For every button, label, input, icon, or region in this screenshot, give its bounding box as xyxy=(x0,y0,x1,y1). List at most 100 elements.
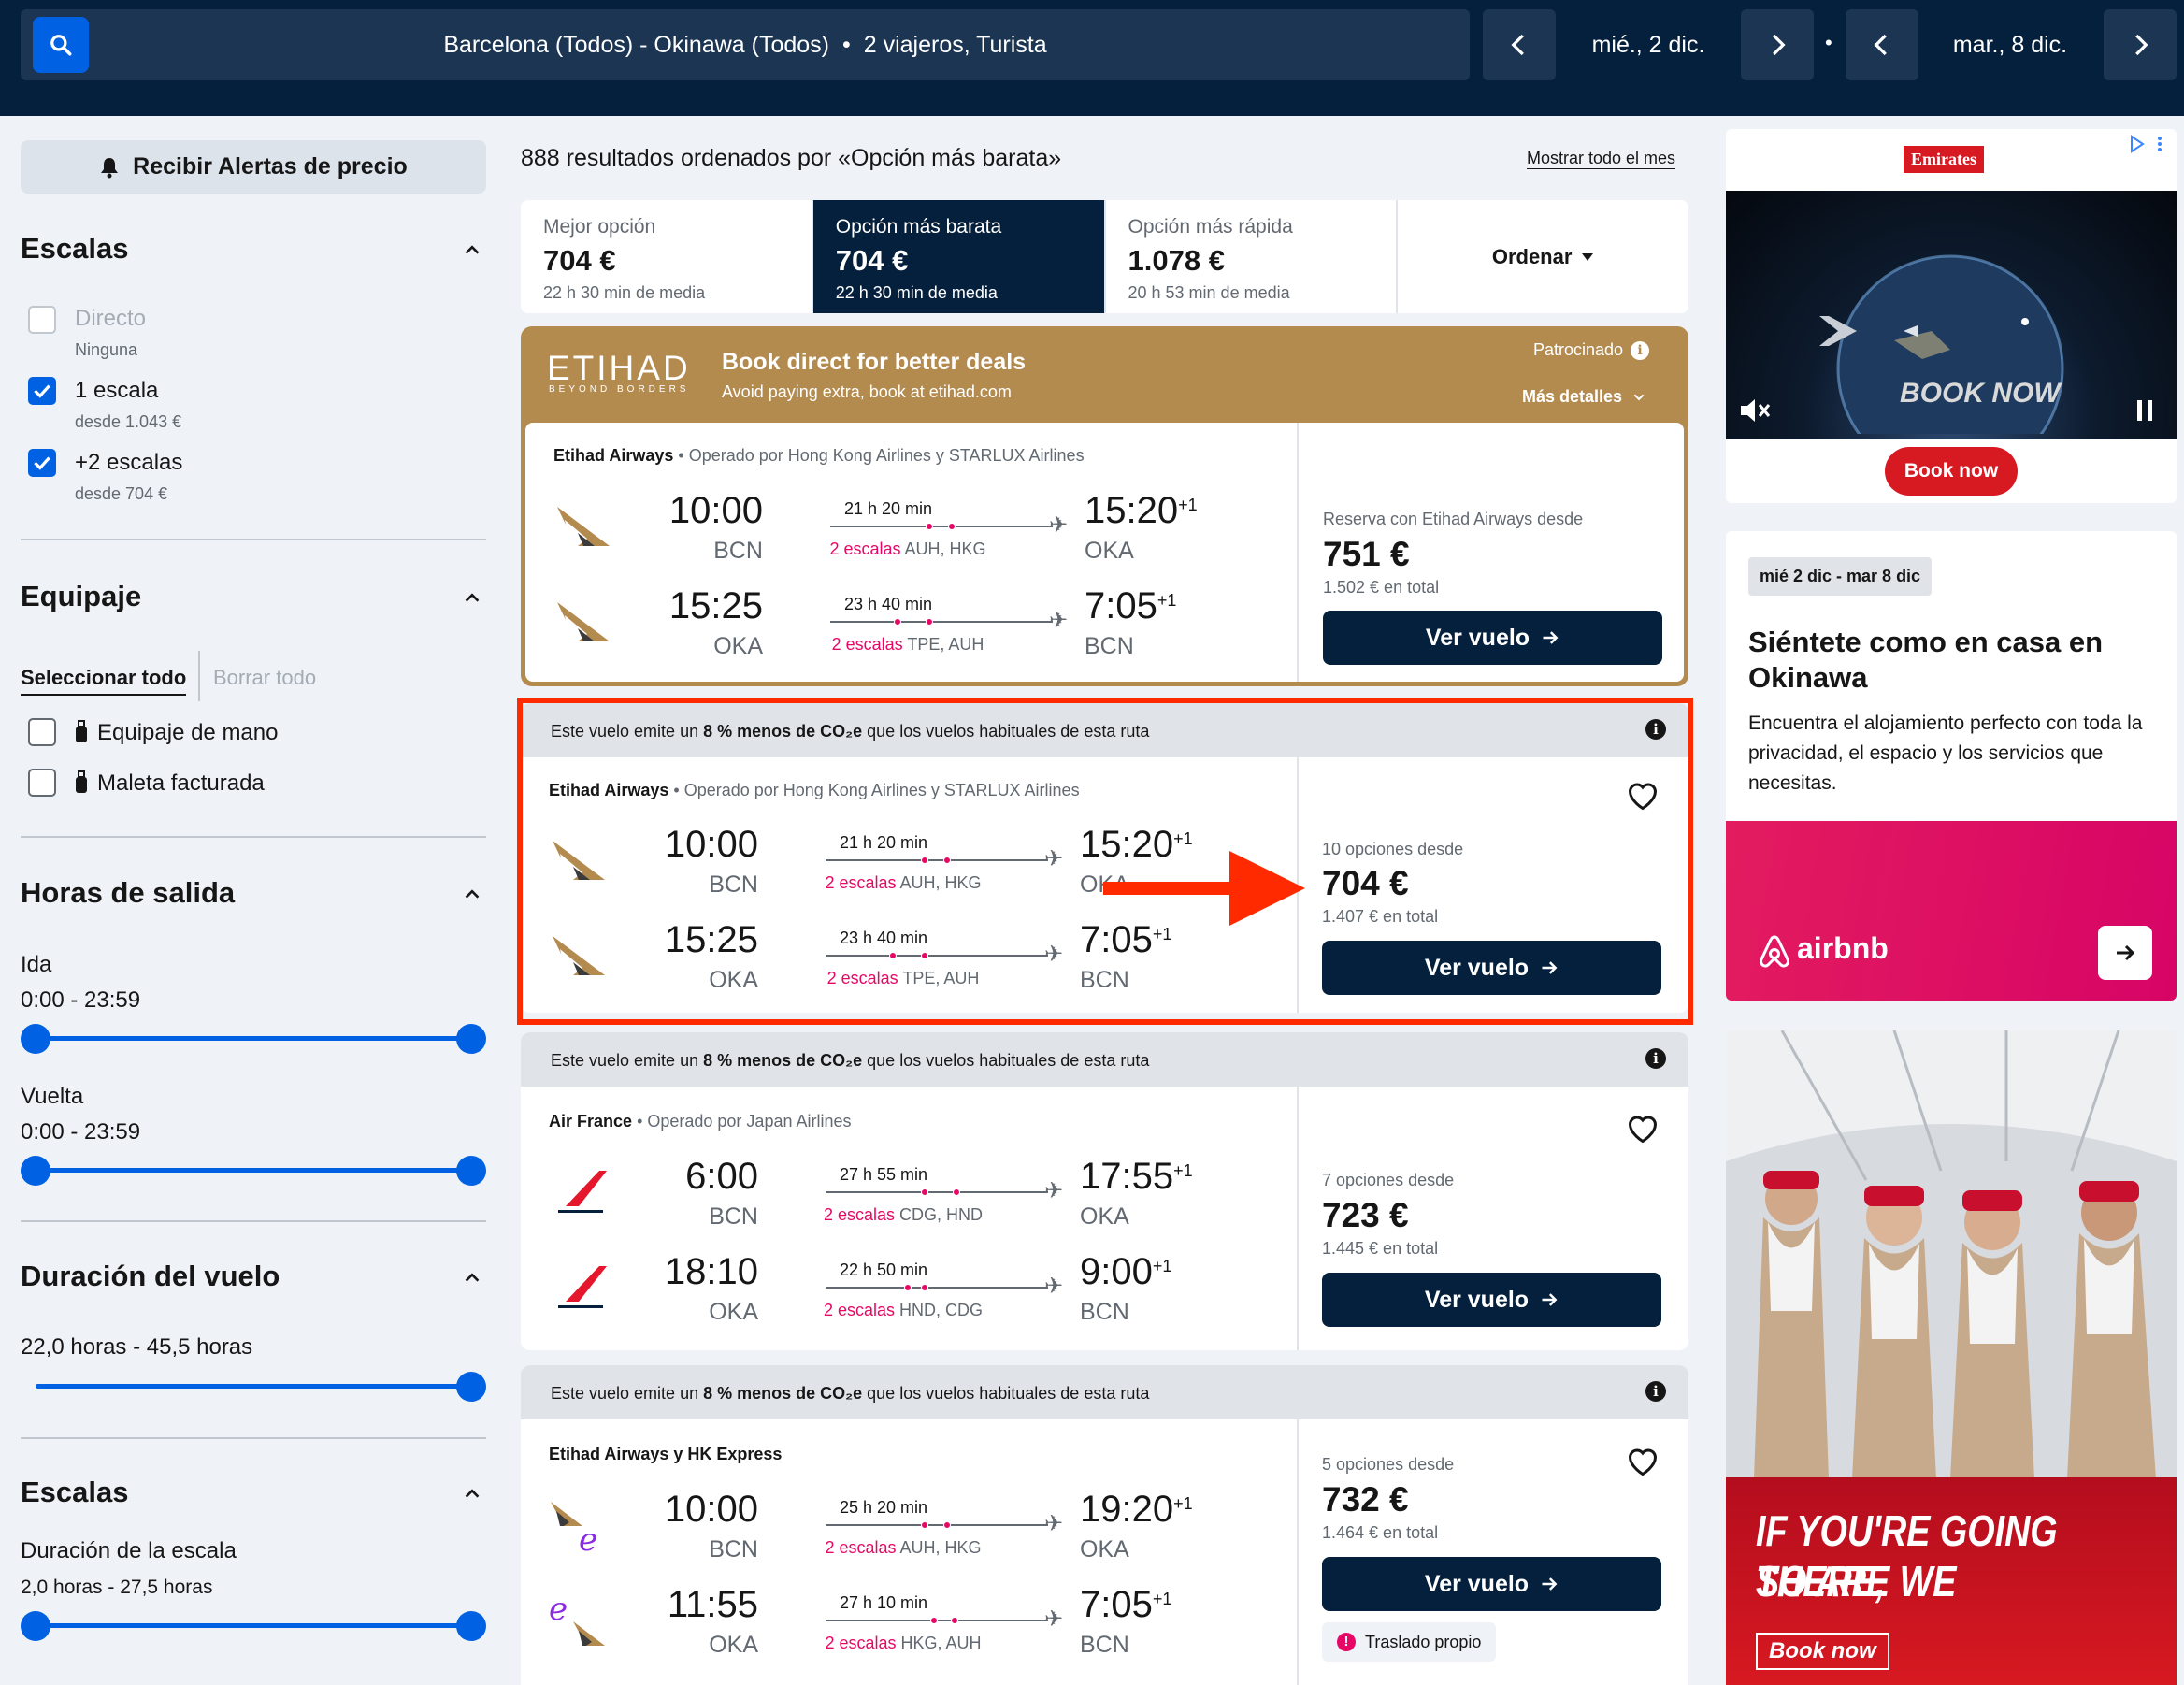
price-from-label: Reserva con Etihad Airways desde xyxy=(1323,510,1584,528)
clear-all-link[interactable]: Borrar todo xyxy=(213,666,316,690)
duration-slider-handle[interactable] xyxy=(456,1372,486,1402)
emirates-video-ad[interactable]: Emirates BOOK NOW Book now xyxy=(1726,129,2177,503)
checkbox-carry-on[interactable] xyxy=(28,718,56,746)
info-icon[interactable]: i xyxy=(1645,1048,1666,1069)
chevron-up-icon[interactable] xyxy=(462,884,482,904)
ad-go-button[interactable] xyxy=(2098,926,2152,980)
checkbox-checked-bag[interactable] xyxy=(28,769,56,797)
ad-video[interactable]: BOOK NOW xyxy=(1726,191,2177,439)
search-summary-box[interactable]: Barcelona (Todos) - Okinawa (Todos) • 2 … xyxy=(21,9,1470,80)
separator-dot: • xyxy=(841,31,851,58)
view-flight-button[interactable]: Ver vuelo xyxy=(1322,1273,1661,1327)
emirates-banner-ad[interactable]: IF YOU'RE GOING THERE, SO ARE WE Book no… xyxy=(1726,1030,2177,1685)
tab-best[interactable]: Mejor opción 704 € 22 h 30 min de media xyxy=(521,200,812,313)
stop-dot xyxy=(943,1521,951,1529)
outbound-slider-max-handle[interactable] xyxy=(456,1024,486,1054)
ad-choices-icon[interactable] xyxy=(2126,135,2167,153)
view-flight-button[interactable]: Ver vuelo xyxy=(1322,941,1661,995)
price-alert-button[interactable]: Recibir Alertas de precio xyxy=(21,140,486,194)
price-total: 1.502 € en total xyxy=(1323,578,1440,597)
select-all-link[interactable]: Seleccionar todo xyxy=(21,666,187,696)
ad-body: Encuentra el alojamiento perfecto con to… xyxy=(1748,713,2143,794)
info-icon[interactable]: i xyxy=(1631,340,1650,360)
self-transfer-text: Traslado propio xyxy=(1365,1632,1482,1651)
departure-airport: BCN xyxy=(713,538,763,564)
checkbox-one-stop[interactable] xyxy=(28,377,56,405)
warning-icon: ! xyxy=(1337,1633,1356,1651)
flight-card[interactable]: Este vuelo emite un 8 % menos de CO₂e qu… xyxy=(521,1365,1688,1685)
sort-dropdown[interactable]: Ordenar xyxy=(1396,200,1688,313)
sponsored-flight-card[interactable]: Etihad Airways • Operado por Hong Kong A… xyxy=(525,423,1684,682)
return-leg: 15:25 OKA 23 h 40 min ✈ 2 escalas TPE, A… xyxy=(521,912,1297,1005)
return-slider-max-handle[interactable] xyxy=(456,1156,486,1186)
return-slider-track[interactable] xyxy=(36,1168,471,1173)
arrival-airport: OKA xyxy=(1080,1536,1129,1563)
chevron-up-icon[interactable] xyxy=(462,1267,482,1288)
arrival-time: 17:55+1 xyxy=(1080,1156,1193,1198)
return-date[interactable]: mar., 8 dic. xyxy=(1918,9,2102,80)
search-button[interactable] xyxy=(33,17,89,73)
tab-cheapest[interactable]: Opción más barata 704 € 22 h 30 min de m… xyxy=(811,200,1104,313)
return-prev-button[interactable] xyxy=(1846,9,1918,80)
chevron-up-icon[interactable] xyxy=(462,239,482,260)
info-icon[interactable]: i xyxy=(1645,719,1666,740)
layover-slider-min-handle[interactable] xyxy=(21,1611,50,1641)
ad-book-now-link[interactable]: Book now xyxy=(1756,1633,1889,1670)
svg-text:e: e xyxy=(549,1593,568,1628)
airline-name: Etihad Airways • Operado por Hong Kong A… xyxy=(553,446,1085,466)
tab-fastest[interactable]: Opción más rápida 1.078 € 20 h 53 min de… xyxy=(1103,200,1397,313)
stops-via: HND, CDG xyxy=(899,1301,984,1319)
stops-filter-title: Escalas xyxy=(21,232,129,265)
airbnb-ad[interactable]: mié 2 dic - mar 8 dic Siéntete como en c… xyxy=(1726,531,2177,1001)
stop-dot xyxy=(948,523,956,530)
heart-icon[interactable] xyxy=(1626,1113,1660,1145)
checkbox-two-plus-stops[interactable] xyxy=(28,449,56,477)
tab-label: Opción más barata xyxy=(835,216,1002,238)
co2-text: Este vuelo emite un xyxy=(551,1384,704,1403)
option-direct-label: Directo xyxy=(75,306,147,331)
view-flight-button[interactable]: Ver vuelo xyxy=(1323,611,1662,665)
more-details-text: Más detalles xyxy=(1522,387,1623,406)
layover-slider-max-handle[interactable] xyxy=(456,1611,486,1641)
heart-icon[interactable] xyxy=(1626,780,1660,812)
chevron-right-icon xyxy=(2135,34,2148,56)
depart-date[interactable]: mié., 2 dic. xyxy=(1556,9,1741,80)
layover-slider-track[interactable] xyxy=(36,1623,471,1628)
price-from-label: 5 opciones desde xyxy=(1322,1455,1455,1474)
info-icon[interactable]: i xyxy=(1645,1381,1666,1402)
return-next-button[interactable] xyxy=(2104,9,2177,80)
next-day-indicator: +1 xyxy=(1173,1494,1193,1513)
operated-by: • Operado por Hong Kong Airlines y STARL… xyxy=(678,446,1085,465)
pause-icon[interactable] xyxy=(2135,398,2154,423)
chevron-up-icon[interactable] xyxy=(462,587,482,608)
flight-card[interactable]: Este vuelo emite un 8 % menos de CO₂e qu… xyxy=(521,1032,1688,1350)
price: 732 € xyxy=(1322,1480,1409,1519)
departure-time: 10:00 xyxy=(664,1489,758,1530)
outbound-slider-track[interactable] xyxy=(36,1036,471,1041)
stops-via: AUH, HKG xyxy=(899,873,982,892)
operated-by: • Operado por Japan Airlines xyxy=(637,1112,852,1131)
route-line xyxy=(826,1188,1048,1196)
return-slider-min-handle[interactable] xyxy=(21,1156,50,1186)
stops-info: 2 escalas CDG, HND xyxy=(807,1205,999,1225)
ad-book-now-button[interactable]: Book now xyxy=(1885,447,2018,496)
show-month-link[interactable]: Mostrar todo el mes xyxy=(1527,149,1676,169)
airbnb-banner[interactable]: airbnb xyxy=(1726,821,2177,1001)
airline-name-text: Air France xyxy=(549,1112,633,1131)
view-flight-button[interactable]: Ver vuelo xyxy=(1322,1557,1661,1611)
arrival-airport: BCN xyxy=(1080,967,1129,993)
duration-slider-track[interactable] xyxy=(36,1384,471,1389)
heart-icon[interactable] xyxy=(1626,1446,1660,1477)
chevron-up-icon[interactable] xyxy=(462,1483,482,1504)
mute-icon[interactable] xyxy=(1739,396,1771,425)
etihad-tail-icon xyxy=(557,602,610,641)
outbound-slider-min-handle[interactable] xyxy=(21,1024,50,1054)
depart-prev-button[interactable] xyxy=(1483,9,1556,80)
airbnb-wordmark: airbnb xyxy=(1797,931,1889,965)
duration-range: 22,0 horas - 45,5 horas xyxy=(21,1334,253,1360)
depart-date-text: mié., 2 dic. xyxy=(1591,31,1705,58)
more-details-toggle[interactable]: Más detalles xyxy=(1522,387,1646,407)
depart-next-button[interactable] xyxy=(1741,9,1814,80)
checkbox-direct[interactable] xyxy=(28,306,56,334)
divider xyxy=(198,651,200,701)
